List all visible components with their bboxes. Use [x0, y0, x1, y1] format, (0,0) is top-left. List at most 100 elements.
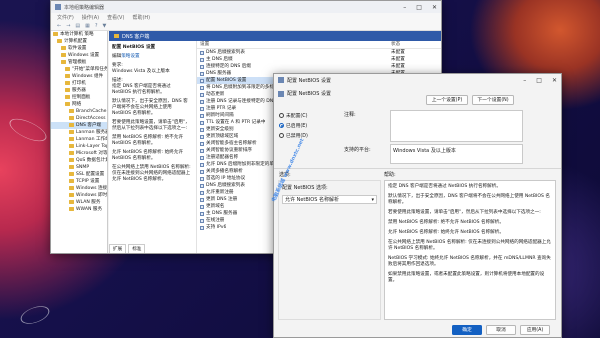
edit-policy-link[interactable]: 策略设置: [121, 54, 139, 59]
help-paragraph: 在公共网络上禁用 NetBIOS 名称解析: 仅在未连接到公共网络的网络适配器上…: [388, 240, 551, 251]
tree-item-label: Windows 即时连接: [76, 193, 108, 198]
settings-header: 设置 状态: [197, 41, 441, 49]
menu-view[interactable]: 查看(V): [107, 14, 124, 21]
tree-item[interactable]: 网络: [51, 101, 107, 108]
tree-item[interactable]: DirectAccess 客户端体验设置: [51, 115, 107, 122]
setting-name: 允许重新注册: [206, 190, 234, 195]
folder-up-icon[interactable]: ▤: [75, 23, 80, 29]
tree-item[interactable]: BranchCache: [51, 108, 107, 115]
tree-item[interactable]: QoS 数据包计划程序: [51, 157, 107, 164]
tree-item[interactable]: TCPIP 设置: [51, 178, 107, 185]
policy-tree: 本地计算机 策略 计算机配置 软件设置 Windows 设置 管理模板 "开始"菜单和任务…: [51, 31, 108, 253]
radio-disabled[interactable]: 已禁用(D): [279, 131, 308, 139]
tab-standard[interactable]: 标准: [128, 244, 146, 253]
tree-item[interactable]: Windows 即时连接: [51, 192, 107, 199]
tree-item[interactable]: DNS 客户端: [51, 122, 107, 129]
setting-name: TTL 设置在 A 和 PTR 记录中: [206, 120, 266, 125]
tree-item-label: 控制面板: [72, 95, 91, 100]
policy-setting-icon: [200, 211, 204, 216]
settings-col-header[interactable]: 设置: [200, 41, 209, 48]
tree-item[interactable]: SSL 配置设置: [51, 171, 107, 178]
tree-item[interactable]: 管理模板: [51, 59, 107, 66]
close-icon[interactable]: ✕: [552, 77, 557, 84]
tree-item[interactable]: WWAN 服务: [51, 206, 107, 213]
tree-item[interactable]: SNMP: [51, 164, 107, 171]
policy-setting-icon: [200, 92, 204, 97]
tree-item-label: Lanman 服务器: [76, 130, 108, 135]
setting-state: 未配置: [391, 57, 405, 62]
desc-public: 在公共网络上禁用 NetBIOS 名称解析: 仅在未连接到公共网络的网络适配器上…: [112, 165, 191, 182]
setting-row[interactable]: DNS 后缀搜索列表 未配置: [197, 49, 441, 56]
minimize-icon[interactable]: –: [403, 4, 406, 11]
desc-req-value: Windows Vista 及以上版本: [112, 69, 170, 74]
apply-button[interactable]: 应用(A): [520, 325, 550, 335]
menu-file[interactable]: 文件(F): [57, 14, 74, 21]
tree-item[interactable]: Windows 连接管理器: [51, 185, 107, 192]
menu-bar: 文件(F) 操作(A) 查看(V) 帮助(H): [51, 13, 441, 22]
maximize-icon[interactable]: □: [536, 77, 542, 84]
tree-item[interactable]: 服务器: [51, 87, 107, 94]
cancel-button[interactable]: 取消: [486, 325, 516, 335]
tree-item[interactable]: Lanman 服务器: [51, 129, 107, 136]
tree-item[interactable]: Windows 组件: [51, 73, 107, 80]
comment-field[interactable]: [390, 110, 523, 142]
folder-icon: [61, 52, 66, 57]
help-paragraph: 如果禁用此策略设置，或者未配置此策略设置，则计算机将使用本地配置的设置。: [388, 272, 545, 283]
tab-extended[interactable]: 扩展: [109, 244, 127, 253]
tree-item[interactable]: Lanman 工作站: [51, 136, 107, 143]
folder-icon: [53, 31, 58, 36]
tree-item[interactable]: 软件设置: [51, 45, 107, 52]
help-paragraph: 若要使用此策略设置，请单击"启用"，然后从下拉列表中选择以下选项之一:: [388, 210, 541, 215]
menu-action[interactable]: 操作(A): [82, 14, 99, 21]
folder-icon: [69, 129, 74, 134]
help-paragraph: 默认情况下，出于安全原因，DNS 客户端将不会在公共网络上使用 NetBIOS …: [388, 194, 550, 205]
tree-item[interactable]: 计算机配置: [51, 38, 107, 45]
desc-allow: 允许 NetBIOS 名称解析: 始终允许 NetBIOS 名称解析。: [112, 150, 183, 161]
folder-icon: [61, 45, 66, 50]
setting-name: DNS 后缀搜索列表: [206, 183, 245, 188]
tree-item[interactable]: 本地计算机 策略: [51, 31, 107, 38]
tree-item-label: Microsoft 对等网络服务: [76, 151, 108, 156]
tree-item[interactable]: "开始"菜单和任务栏: [51, 66, 107, 73]
tree-item[interactable]: WLAN 服务: [51, 199, 107, 206]
forward-icon[interactable]: →: [66, 23, 70, 29]
menu-help[interactable]: 帮助(H): [132, 14, 150, 21]
netbios-option-select[interactable]: 允许 NetBIOS 名称解析 ▾: [282, 195, 377, 204]
setting-row[interactable]: 连接特定的 DNS 后缀 未配置: [197, 63, 441, 70]
desc-req-label: 要求:: [112, 63, 123, 68]
maximize-icon[interactable]: □: [416, 4, 422, 11]
tree-item-label: 服务器: [72, 88, 86, 93]
next-setting-button[interactable]: 下一个设置(N): [472, 95, 514, 105]
back-icon[interactable]: ←: [57, 23, 61, 29]
close-icon[interactable]: ✕: [432, 4, 437, 11]
filter-icon[interactable]: ▼: [103, 23, 107, 29]
folder-icon: [69, 122, 74, 127]
folder-icon: [114, 34, 119, 38]
comment-label: 注释:: [344, 112, 356, 118]
dialog-heading: 配置 NetBIOS 设置: [287, 91, 331, 97]
ok-button[interactable]: 确定: [452, 325, 482, 335]
policy-setting-icon: [200, 183, 204, 188]
tree-item[interactable]: Microsoft 对等网络服务: [51, 150, 107, 157]
prev-setting-button[interactable]: 上一个设置(P): [426, 95, 468, 105]
properties-icon[interactable]: ▦: [85, 23, 90, 29]
tree-item-label: TCPIP 设置: [76, 179, 100, 184]
state-col-header[interactable]: 状态: [391, 41, 441, 48]
tree-item-label: QoS 数据包计划程序: [76, 158, 107, 163]
radio-not-configured[interactable]: 未配置(C): [279, 111, 308, 119]
tree-item[interactable]: 控制面板: [51, 94, 107, 101]
setting-name: 注册 PTR 记录: [206, 106, 237, 111]
folder-icon: [69, 150, 74, 155]
setting-name: 关闭智能协议重新排序: [206, 148, 252, 153]
help-icon[interactable]: ?: [95, 23, 98, 29]
radio-label: 已启用(E): [286, 123, 308, 129]
radio-enabled[interactable]: 已启用(E): [279, 121, 308, 129]
minimize-icon[interactable]: –: [523, 77, 526, 84]
tree-item[interactable]: Link-Layer Topology: [51, 143, 107, 150]
tree-item[interactable]: Windows 设置: [51, 52, 107, 59]
desc-text: 指定 DNS 客户端是否将通过 NetBIOS 执行名称解析。: [112, 84, 171, 95]
help-paragraph: NetBIOS 学习模式: 始终允许 NetBIOS 名称解析，并在 mDNS/…: [388, 256, 551, 267]
policy-setting-icon: [200, 120, 204, 125]
tree-item[interactable]: 打印机: [51, 80, 107, 87]
setting-row[interactable]: 主 DNS 后缀 未配置: [197, 56, 441, 63]
